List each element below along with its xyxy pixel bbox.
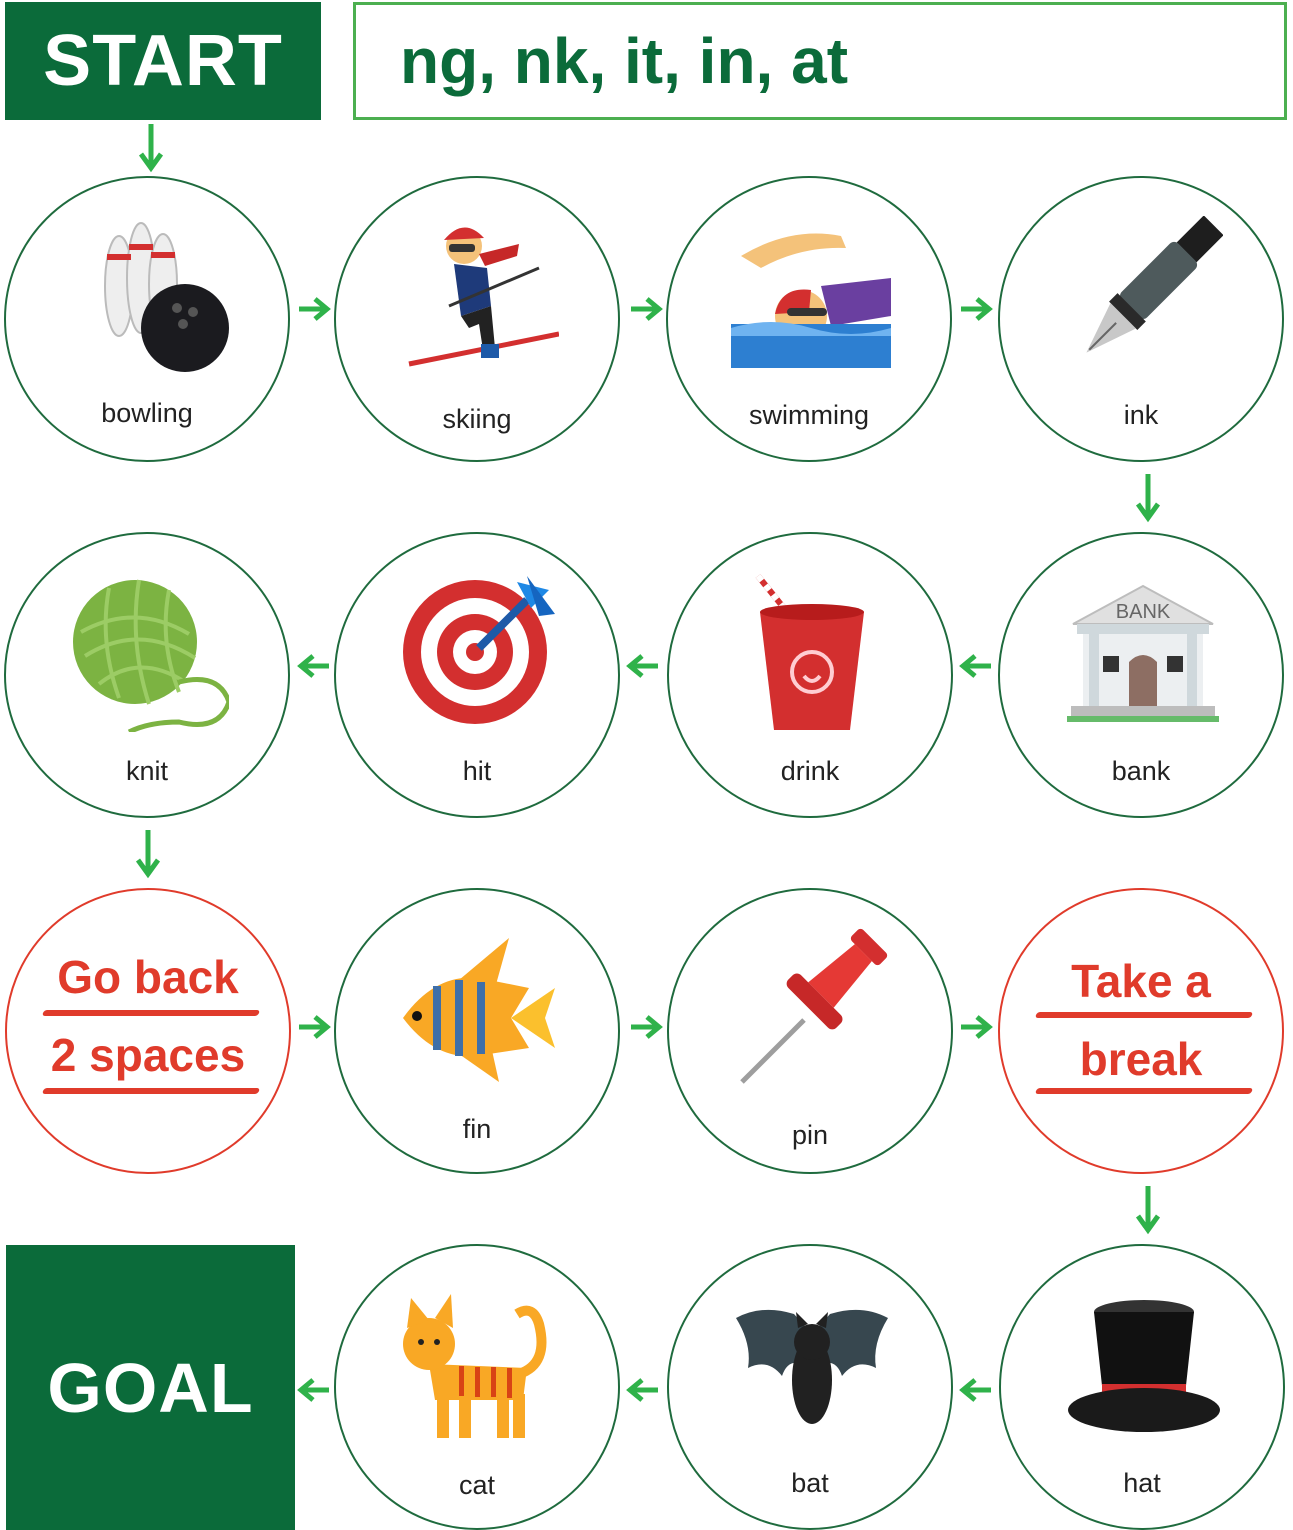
swimmer-icon <box>731 233 891 368</box>
fountain-pen-icon <box>1086 216 1223 353</box>
space-pin[interactable]: pin <box>667 888 953 1174</box>
skier-icon <box>408 227 559 367</box>
bowling-icon <box>104 222 229 372</box>
space-label: hit <box>462 756 492 786</box>
bat-icon <box>736 1309 888 1424</box>
page-title: ng, nk, it, in, at <box>353 2 1287 120</box>
space-label: fin <box>462 1114 492 1144</box>
space-ink[interactable]: ink <box>998 176 1284 462</box>
arrow-left <box>630 1380 658 1400</box>
space-label: skiing <box>442 404 512 434</box>
take-a-break-line2: break <box>1079 1033 1203 1085</box>
arrow-down <box>138 830 158 874</box>
space-label: knit <box>125 756 169 786</box>
goal-box: GOAL <box>6 1245 295 1530</box>
arrow-right <box>961 299 989 319</box>
arrow-right <box>631 1017 659 1037</box>
bank-icon: BANK <box>1067 584 1219 722</box>
space-label: pin <box>791 1120 829 1150</box>
arrow-down <box>1138 1186 1158 1230</box>
space-hit[interactable]: hit <box>334 532 620 818</box>
space-label: swimming <box>748 400 869 430</box>
fish-icon <box>403 938 555 1082</box>
take-a-break-line1: Take a <box>1071 955 1211 1007</box>
arrow-left <box>301 656 329 676</box>
space-cat[interactable]: cat <box>334 1244 620 1530</box>
underline <box>1034 1012 1254 1018</box>
underline <box>1034 1088 1254 1094</box>
yarn-ball-icon <box>73 579 229 732</box>
space-label: drink <box>780 756 840 786</box>
pushpin-icon <box>740 928 888 1084</box>
space-bat[interactable]: bat <box>667 1244 953 1530</box>
space-knit[interactable]: knit <box>4 532 290 818</box>
space-label: bat <box>791 1468 829 1498</box>
space-label: bank <box>1111 756 1171 786</box>
top-hat-icon <box>1068 1300 1220 1432</box>
arrow-down <box>141 124 161 168</box>
space-skiing[interactable]: skiing <box>334 176 620 462</box>
target-icon <box>403 576 555 724</box>
space-bank[interactable]: BANK bank <box>998 532 1284 818</box>
space-hat[interactable]: hat <box>999 1244 1285 1530</box>
cup-icon <box>755 574 864 730</box>
go-back-line1: Go back <box>57 951 239 1003</box>
space-take-a-break[interactable]: Take a break <box>998 888 1284 1174</box>
arrow-left <box>963 1380 991 1400</box>
space-swimming[interactable]: swimming <box>666 176 952 462</box>
space-label: ink <box>1123 400 1159 430</box>
space-label: bowling <box>101 398 193 428</box>
space-label: hat <box>1123 1468 1161 1498</box>
bank-sign: BANK <box>1116 601 1171 623</box>
arrow-down <box>1138 474 1158 518</box>
underline <box>41 1088 261 1094</box>
space-go-back[interactable]: Go back 2 spaces <box>5 888 291 1174</box>
arrow-right <box>961 1017 989 1037</box>
arrow-right <box>631 299 659 319</box>
space-label: cat <box>458 1470 496 1500</box>
space-fin[interactable]: fin <box>334 888 620 1174</box>
arrow-left <box>963 656 991 676</box>
arrow-left <box>630 656 658 676</box>
space-drink[interactable]: drink <box>667 532 953 818</box>
underline <box>41 1010 261 1016</box>
arrow-left <box>301 1380 329 1400</box>
arrow-right <box>299 1017 327 1037</box>
start-box: START <box>5 2 321 120</box>
go-back-line2: 2 spaces <box>50 1029 246 1081</box>
space-bowling[interactable]: bowling <box>4 176 290 462</box>
cat-icon <box>403 1294 547 1438</box>
arrow-right <box>299 299 327 319</box>
